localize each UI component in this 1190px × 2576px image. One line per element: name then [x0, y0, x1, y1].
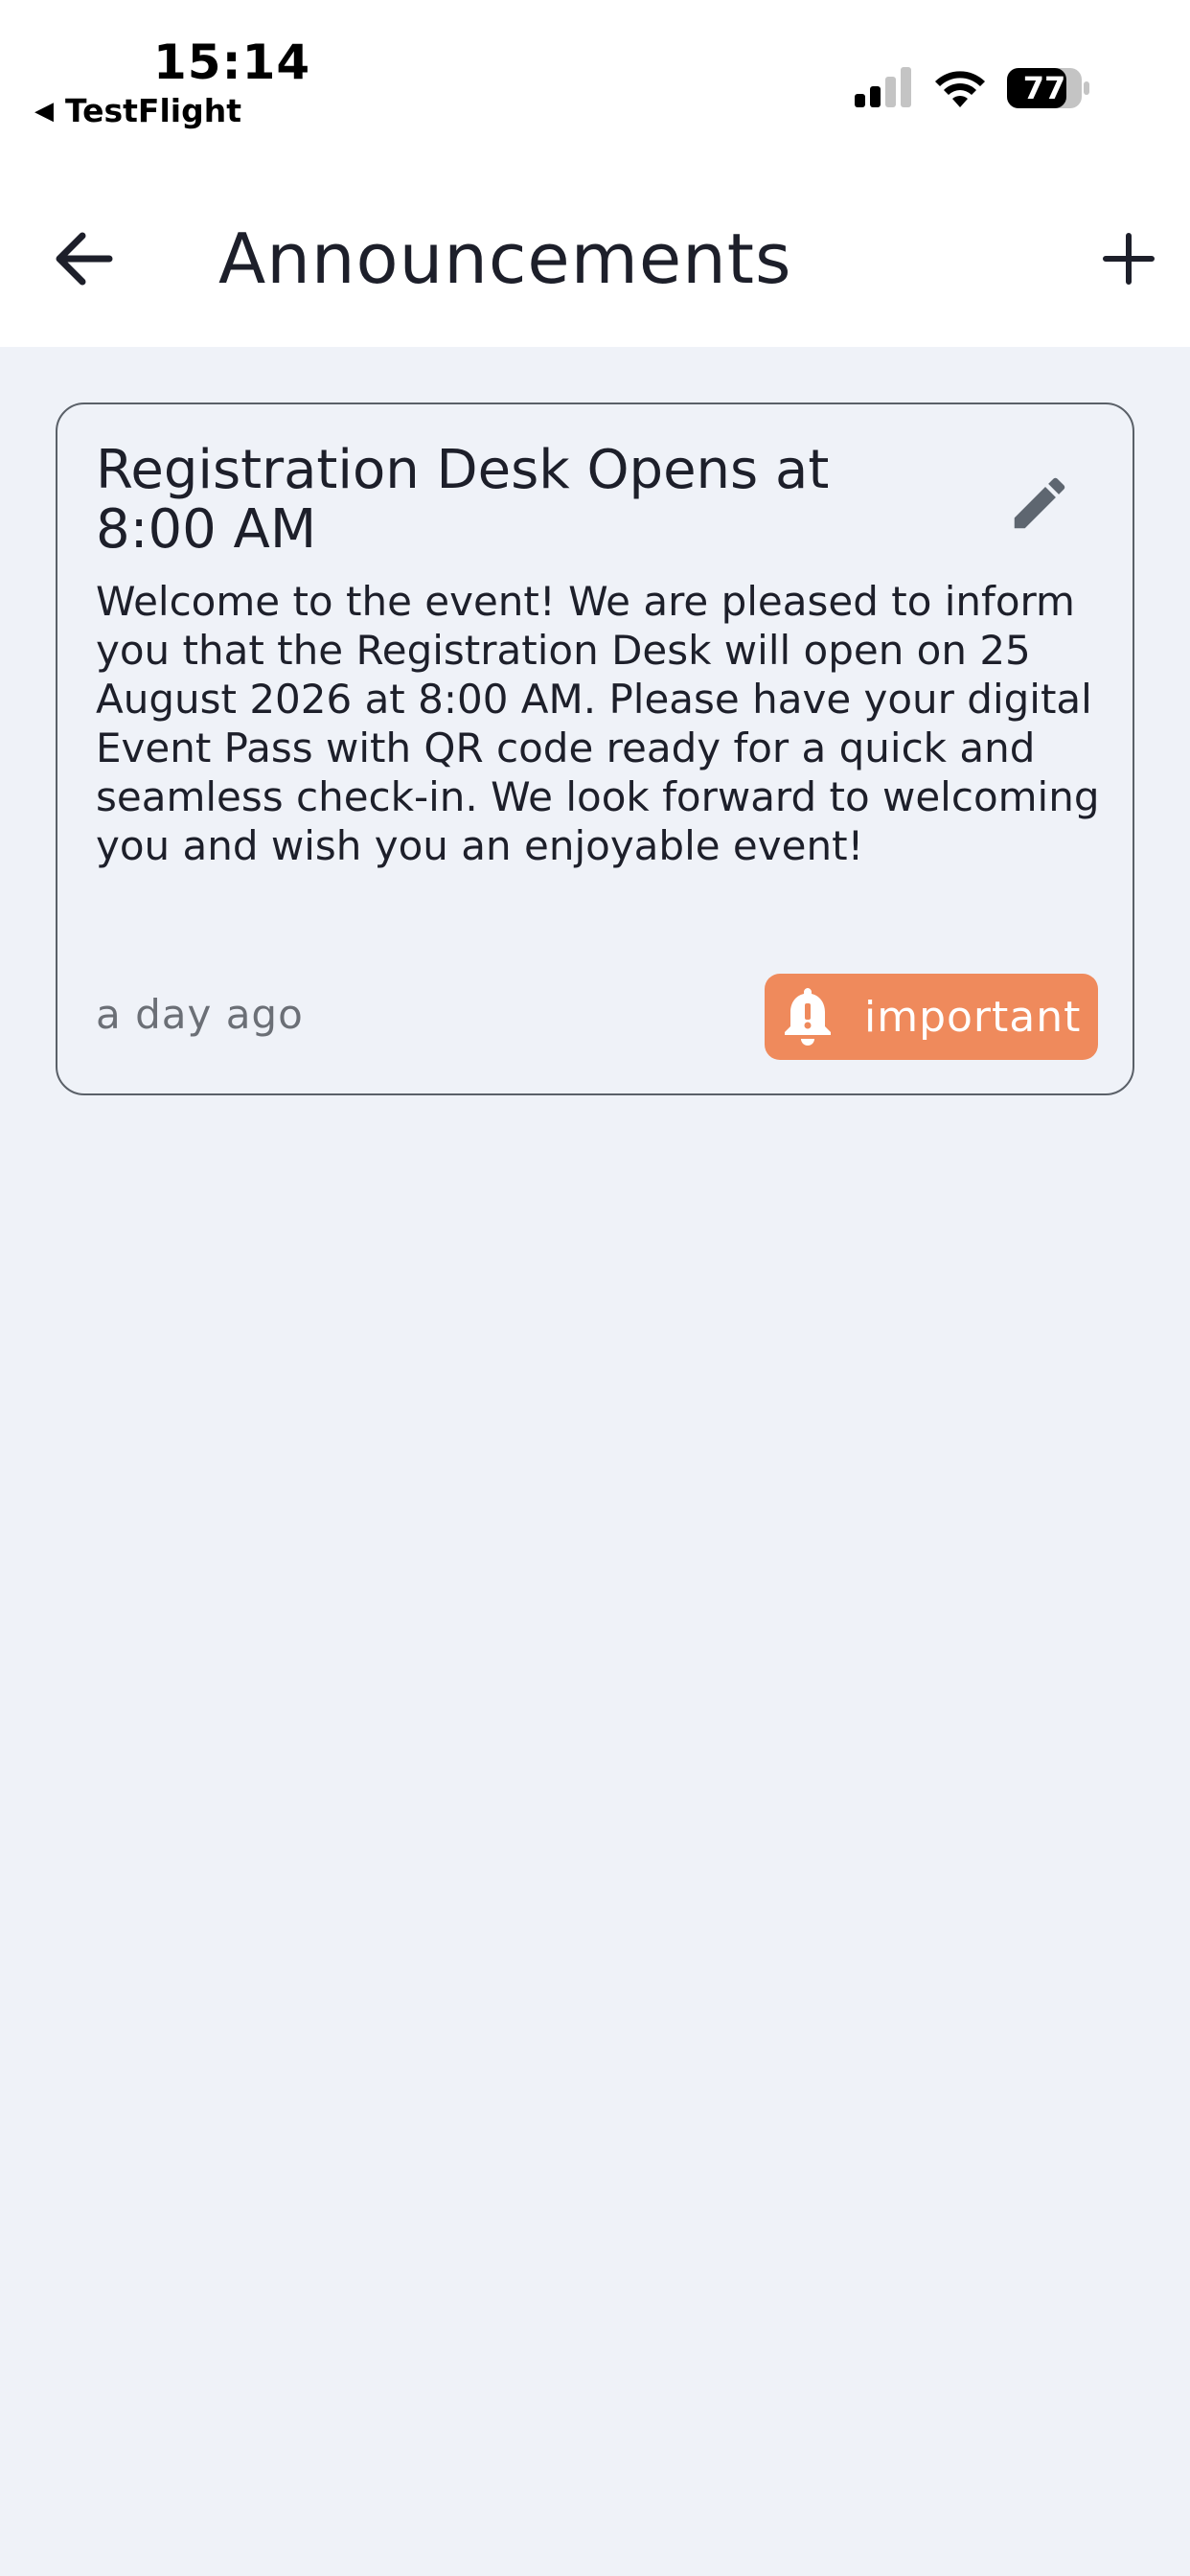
- announcement-time: a day ago: [96, 991, 304, 1038]
- pencil-icon[interactable]: [1006, 470, 1073, 537]
- battery-level: 77: [1022, 70, 1066, 106]
- announcement-card[interactable]: Registration Desk Opens at 8:00 AM Welco…: [56, 402, 1134, 1095]
- back-app-label: TestFlight: [65, 92, 241, 129]
- back-to-app-link[interactable]: ◀ TestFlight: [34, 92, 241, 129]
- app-bar: Announcements: [0, 178, 1190, 347]
- cellular-signal-icon: [855, 67, 911, 107]
- page-title: Announcements: [218, 218, 792, 299]
- arrow-left-icon[interactable]: [50, 224, 119, 293]
- announcement-body: Welcome to the event! We are pleased to …: [96, 578, 1100, 869]
- status-bar: 15:14 ◀ TestFlight 77: [0, 0, 1190, 178]
- important-badge: important: [765, 974, 1098, 1060]
- back-triangle-icon: ◀: [34, 96, 54, 126]
- battery-indicator: 77: [1006, 67, 1090, 109]
- status-time: 15:14: [153, 34, 311, 90]
- plus-icon[interactable]: [1100, 230, 1157, 288]
- announcement-title: Registration Desk Opens at 8:00 AM: [96, 439, 830, 561]
- bell-alert-icon: [785, 988, 831, 1046]
- wifi-icon: [935, 71, 985, 107]
- badge-label: important: [864, 992, 1082, 1042]
